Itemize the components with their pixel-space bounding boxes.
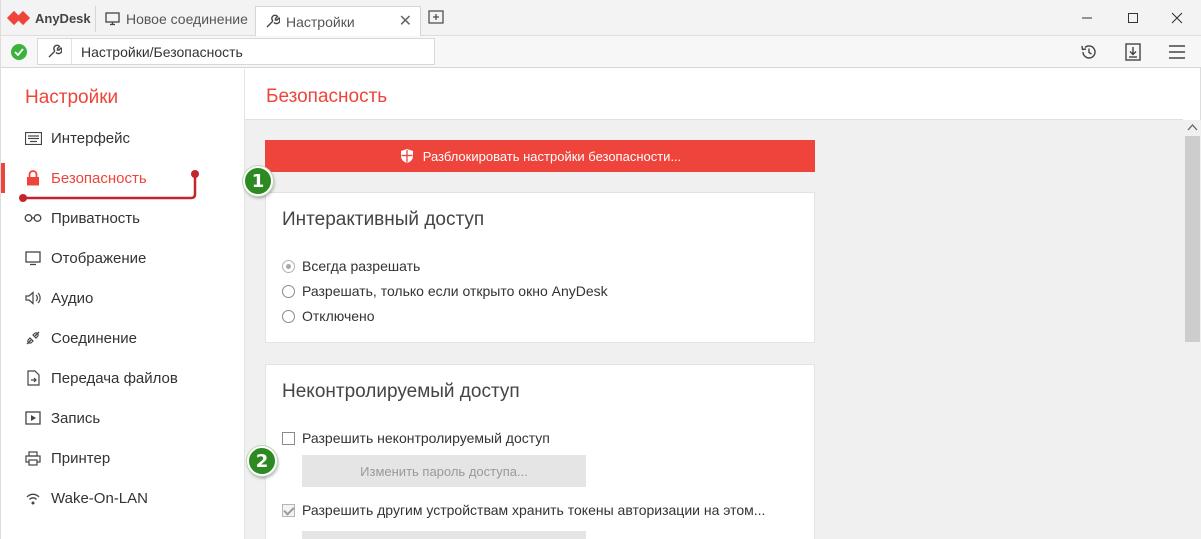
allow-unattended-checkbox[interactable]	[282, 431, 295, 445]
interactive-access-card: Интерактивный доступ Всегда разрешать Ра…	[265, 192, 815, 343]
download-icon	[1125, 43, 1141, 61]
sidebar-item-label: Интерфейс	[51, 129, 131, 147]
radio-always-allow[interactable]: Всегда разрешать	[282, 258, 420, 274]
connection-icon	[24, 329, 42, 347]
sidebar-item-wake-on-lan[interactable]: Wake-On-LAN	[1, 478, 244, 518]
radio-label: Отключено	[302, 308, 375, 324]
printer-icon	[24, 449, 42, 467]
sidebar-item-label: Wake-On-LAN	[51, 489, 148, 507]
vertical-scrollbar[interactable]	[1183, 120, 1201, 539]
anydesk-logo-icon	[7, 10, 31, 26]
anydesk-logo: AnyDesk	[7, 9, 91, 27]
sidebar-item-label: Запись	[51, 409, 101, 427]
maximize-icon	[1128, 13, 1138, 23]
monitor-icon	[104, 11, 120, 27]
sidebar-item-label: Принтер	[51, 449, 111, 467]
checkbox-label: Разрешить другим устройствам хранить ток…	[302, 502, 766, 518]
sidebar-item-recording[interactable]: Запись	[1, 398, 244, 438]
sidebar-item-file-transfer[interactable]: Передача файлов	[1, 358, 244, 398]
sidebar-item-label: Соединение	[51, 329, 137, 347]
settings-sidebar: Настройки Интерфейс Безопасность Приватн…	[1, 69, 245, 539]
new-tab-button[interactable]	[428, 9, 444, 25]
hamburger-menu-icon	[1169, 45, 1185, 59]
unlock-security-settings-button[interactable]: Разблокировать настройки безопасности...	[265, 140, 815, 172]
tab-bar: AnyDesk Новое соединение Настройки ✕	[1, 0, 1201, 36]
connection-status-icon	[11, 44, 27, 60]
unattended-access-title: Неконтролируемый доступ	[282, 381, 520, 402]
file-transfer-icon	[24, 369, 42, 387]
wrench-icon	[264, 14, 280, 30]
radio-button[interactable]	[282, 309, 295, 323]
sidebar-item-audio[interactable]: Аудио	[1, 278, 244, 318]
checkbox-label: Разрешить неконтролируемый доступ	[302, 430, 550, 446]
interactive-access-title: Интерактивный доступ	[282, 209, 485, 230]
sidebar-item-connection[interactable]: Соединение	[1, 318, 244, 358]
change-password-label: Изменить пароль доступа...	[360, 463, 528, 479]
add-tab-icon	[428, 10, 444, 24]
address-bar	[1, 36, 1201, 68]
change-password-button[interactable]: Изменить пароль доступа...	[302, 455, 586, 487]
wifi-icon	[24, 489, 42, 507]
address-field[interactable]	[37, 38, 435, 65]
close-icon	[1171, 12, 1183, 24]
secondary-disabled-button[interactable]	[302, 531, 586, 539]
allow-unattended-checkbox-row[interactable]: Разрешить неконтролируемый доступ	[282, 430, 550, 446]
page-title: Безопасность	[266, 86, 388, 107]
sidebar-item-label: Приватность	[51, 209, 140, 227]
radio-allow-if-window-open[interactable]: Разрешать, только если открыто окно AnyD…	[282, 283, 608, 299]
menu-button[interactable]	[1168, 43, 1186, 61]
download-button[interactable]	[1124, 43, 1142, 61]
address-input[interactable]	[72, 43, 422, 60]
keyboard-icon	[24, 129, 42, 147]
content-header: Безопасность	[245, 69, 1183, 120]
maximize-button[interactable]	[1125, 10, 1141, 26]
tab-settings[interactable]: Настройки ✕	[255, 6, 421, 36]
annotation-bracket	[19, 170, 199, 202]
radio-button[interactable]	[282, 259, 295, 273]
sidebar-item-display[interactable]: Отображение	[1, 238, 244, 278]
scroll-thumb[interactable]	[1185, 136, 1200, 342]
radio-button[interactable]	[282, 284, 295, 298]
tab-label: Настройки	[286, 13, 355, 30]
unlock-button-label: Разблокировать настройки безопасности...	[422, 148, 682, 164]
tab-new-connection[interactable]: Новое соединение	[95, 6, 255, 32]
monitor-icon	[24, 249, 42, 267]
settings-content: Безопасность Разблокировать настройки бе…	[245, 69, 1183, 539]
scroll-up-arrow-icon[interactable]	[1187, 122, 1198, 132]
radio-disabled[interactable]: Отключено	[282, 308, 375, 324]
sidebar-item-interface[interactable]: Интерфейс	[1, 118, 244, 158]
glasses-icon	[24, 209, 42, 227]
history-icon	[1081, 45, 1096, 59]
sidebar-item-label: Передача файлов	[51, 369, 178, 387]
close-tab-icon[interactable]: ✕	[399, 11, 412, 31]
radio-label: Всегда разрешать	[302, 258, 421, 274]
shield-icon	[400, 149, 413, 163]
wrench-icon	[38, 39, 72, 64]
unattended-access-card: Неконтролируемый доступ Разрешить неконт…	[265, 364, 815, 539]
allow-tokens-checkbox[interactable]	[282, 503, 295, 517]
app-window: AnyDesk Новое соединение Настройки ✕ Нас…	[0, 0, 1201, 539]
sidebar-title: Настройки	[25, 87, 119, 108]
sidebar-item-label: Аудио	[51, 289, 94, 307]
history-button[interactable]	[1080, 43, 1098, 61]
allow-tokens-checkbox-row[interactable]: Разрешить другим устройствам хранить ток…	[282, 502, 765, 518]
sidebar-item-label: Отображение	[51, 249, 147, 267]
speaker-icon	[24, 289, 42, 307]
app-name: AnyDesk	[35, 10, 91, 26]
tab-label: Новое соединение	[126, 11, 248, 27]
minimize-icon	[1082, 17, 1092, 19]
minimize-button[interactable]	[1079, 10, 1095, 26]
step-badge-2: 2	[247, 446, 277, 476]
radio-label: Разрешать, только если открыто окно AnyD…	[302, 283, 608, 299]
close-window-button[interactable]	[1169, 10, 1185, 26]
sidebar-item-printer[interactable]: Принтер	[1, 438, 244, 478]
record-icon	[24, 409, 42, 427]
step-badge-1: 1	[243, 166, 273, 196]
